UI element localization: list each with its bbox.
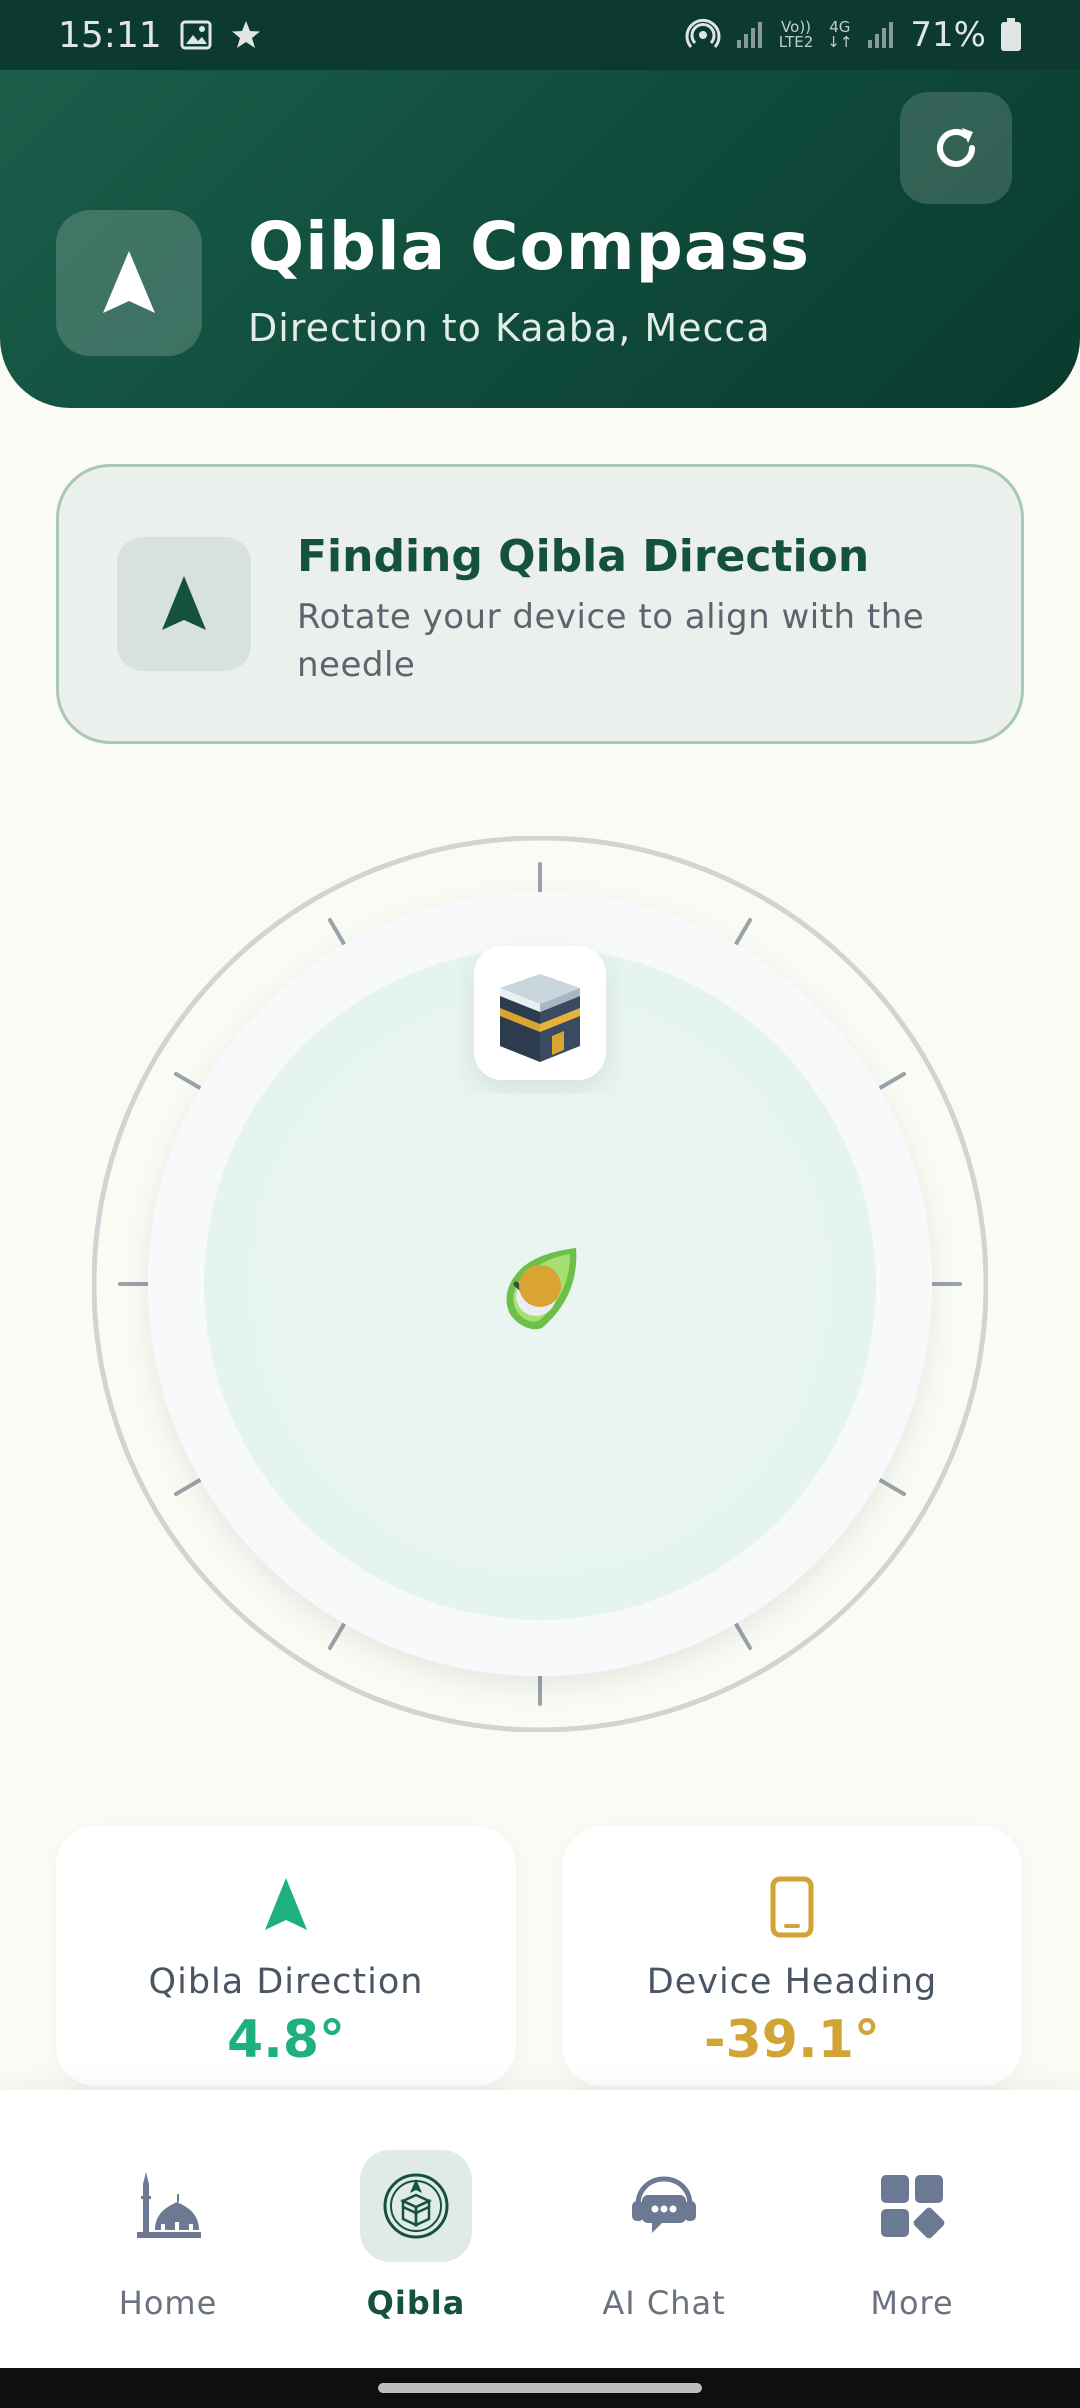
navigation-arrow-badge <box>56 210 202 356</box>
qibla-direction-value: 4.8° <box>226 2010 346 2070</box>
qibla-direction-label: Qibla Direction <box>148 1962 424 2002</box>
instruction-title: Finding Qibla Direction <box>297 531 870 582</box>
grid-icon <box>881 2175 945 2239</box>
nav-item-more[interactable]: More <box>812 2150 1012 2340</box>
instruction-icon-badge <box>117 537 251 671</box>
device-heading-value: -39.1° <box>704 2010 880 2070</box>
signal-icon <box>735 20 765 50</box>
network-label: Vo)) LTE2 <box>778 18 814 51</box>
star-icon <box>230 19 262 51</box>
refresh-icon <box>937 128 975 167</box>
navigation-arrow-icon <box>162 576 206 630</box>
system-gesture-bar <box>0 2368 1080 2408</box>
instruction-card: Finding Qibla Direction Rotate your devi… <box>56 464 1024 744</box>
nav-label-qibla: Qibla <box>366 2284 466 2322</box>
battery-percent: 71% <box>910 15 986 55</box>
nav-item-home[interactable]: Home <box>68 2150 268 2340</box>
page-subtitle: Direction to Kaaba, Mecca <box>248 306 771 350</box>
nav-item-qibla[interactable]: Qibla <box>316 2150 516 2340</box>
smartphone-icon <box>770 1876 814 1938</box>
nav-item-ai-chat[interactable]: AI Chat <box>564 2150 764 2340</box>
navigation-arrow-icon <box>265 1878 307 1930</box>
hotspot-icon <box>685 17 721 53</box>
gesture-handle[interactable] <box>378 2383 702 2393</box>
device-heading-card: Device Heading -39.1° <box>562 1826 1022 2086</box>
status-time: 15:11 <box>58 14 162 56</box>
battery-icon <box>1000 18 1022 52</box>
page-title: Qibla Compass <box>248 208 811 285</box>
chat-support-icon <box>632 2176 696 2233</box>
device-heading-label: Device Heading <box>646 1962 938 2002</box>
navigation-arrow-icon <box>103 251 155 313</box>
network-type: 4G ↓↑ <box>827 18 853 51</box>
refresh-button[interactable] <box>900 92 1012 204</box>
nav-label-home: Home <box>118 2284 218 2322</box>
nav-label-ai-chat: AI Chat <box>602 2284 726 2322</box>
mosque-icon <box>137 2172 201 2238</box>
gallery-icon <box>180 20 212 50</box>
bottom-navigation: Home Qibla AI Chat More <box>0 2090 1080 2368</box>
instruction-text: Rotate your device to align with the nee… <box>297 597 925 685</box>
qibla-kaaba-icon <box>383 2173 449 2239</box>
signal-icon-2 <box>866 20 896 50</box>
app-header: Qibla Compass Direction to Kaaba, Mecca <box>0 70 1080 408</box>
qibla-compass[interactable] <box>91 835 989 1733</box>
qibla-direction-card: Qibla Direction 4.8° <box>56 1826 516 2086</box>
kaaba-icon <box>474 946 606 1080</box>
status-bar: 15:11 Vo)) LTE2 4G ↓↑ 71% <box>0 0 1080 70</box>
nav-label-more: More <box>870 2284 954 2322</box>
